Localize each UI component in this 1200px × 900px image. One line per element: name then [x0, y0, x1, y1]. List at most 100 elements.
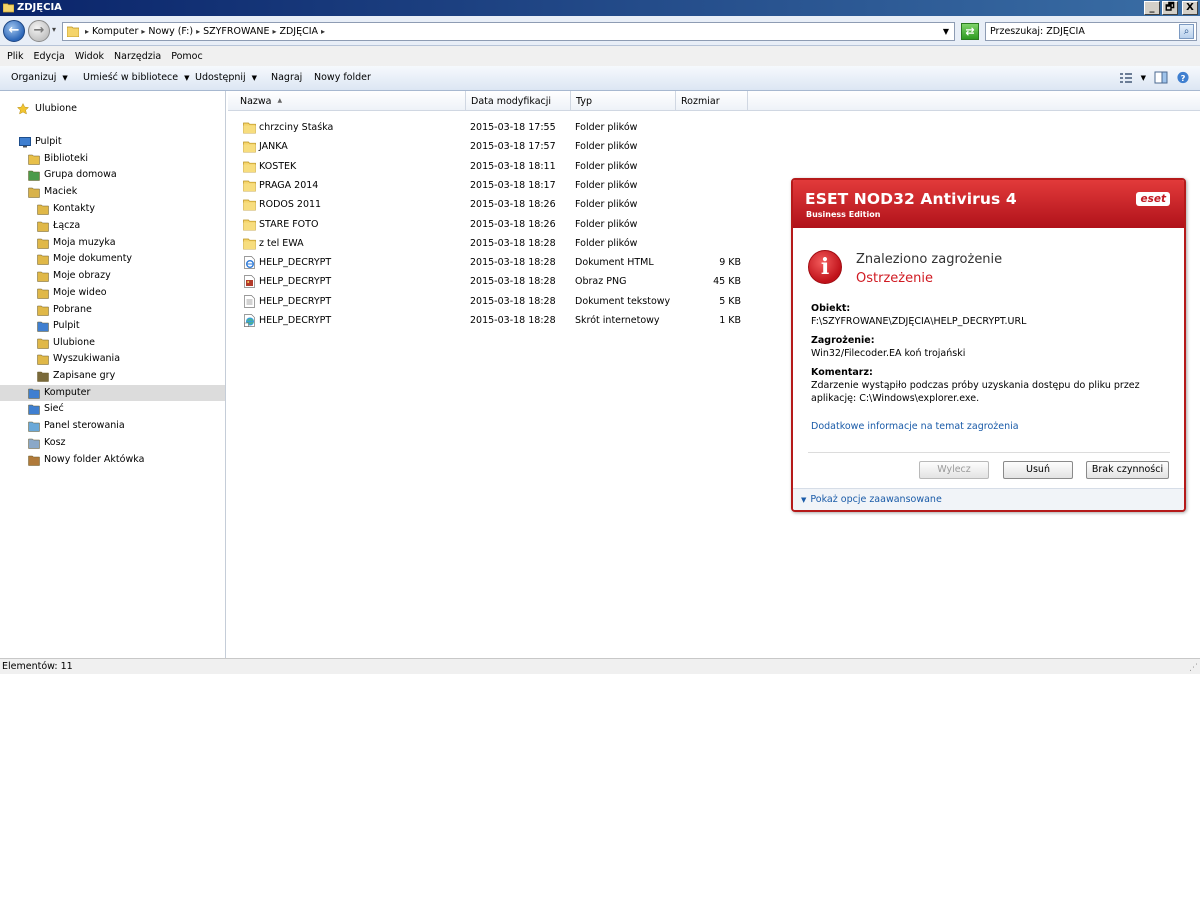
- nav-item[interactable]: Pulpit: [0, 318, 225, 334]
- text-file-icon: [244, 294, 255, 308]
- caret-down-icon[interactable]: ▼: [1141, 74, 1146, 82]
- organize-button[interactable]: Organizuj ▼: [11, 72, 68, 83]
- breadcrumb-item-szyfrowane[interactable]: SZYFROWANE: [203, 26, 269, 37]
- column-header-name[interactable]: Nazwa ▲: [228, 91, 466, 111]
- chevron-right-icon[interactable]: ▸: [321, 26, 325, 37]
- forward-button[interactable]: →: [28, 20, 50, 42]
- breadcrumb-item-drive[interactable]: Nowy (F:): [148, 26, 193, 37]
- view-options-icon[interactable]: [1119, 71, 1133, 84]
- nav-favorites-label: Ulubione: [35, 103, 77, 114]
- file-name: HELP_DECRYPT: [259, 257, 332, 269]
- folder-icon: [243, 122, 256, 134]
- control-panel-icon: [28, 421, 40, 432]
- table-row[interactable]: HELP_DECRYPT 2015-03-18 18:28 Dokument HTM…: [228, 253, 768, 272]
- nav-item[interactable]: Biblioteki: [0, 151, 225, 167]
- chevron-right-icon[interactable]: ▸: [272, 26, 276, 37]
- file-date: 2015-03-18 18:17: [470, 179, 556, 191]
- threat-section: Zagrożenie: Win32/Filecoder.EA koń troja…: [811, 334, 1171, 360]
- burn-button[interactable]: Nagraj: [271, 72, 302, 83]
- breadcrumb-item-zdjecia[interactable]: ZDJĘCIA: [279, 26, 318, 37]
- table-row[interactable]: RODOS 2011 2015-03-18 18:26 Folder plików: [228, 195, 768, 214]
- table-row[interactable]: STARE FOTO 2015-03-18 18:26 Folder plików: [228, 215, 768, 234]
- back-button[interactable]: ←: [3, 20, 25, 42]
- table-row[interactable]: z tel EWA 2015-03-18 18:28 Folder plików: [228, 234, 768, 253]
- nav-item[interactable]: Sieć: [0, 401, 225, 417]
- address-bar: ← → ▾ ▸ Komputer ▸ Nowy (F:) ▸ SZYFROWAN…: [0, 16, 1200, 46]
- nav-item-label: Wyszukiwania: [53, 353, 121, 364]
- recent-pages-dropdown-icon[interactable]: ▾: [52, 25, 56, 34]
- nav-item[interactable]: Moje obrazy: [0, 268, 225, 284]
- minimize-button[interactable]: _: [1144, 1, 1160, 15]
- file-size: 1 KB: [719, 315, 741, 326]
- menu-file[interactable]: Plik: [2, 46, 29, 66]
- table-row[interactable]: HELP_DECRYPT 2015-03-18 18:28 Obraz PNG 45 …: [228, 272, 768, 291]
- nav-desktop[interactable]: Pulpit: [0, 134, 225, 150]
- search-icon[interactable]: ⌕: [1179, 24, 1194, 39]
- share-button[interactable]: Udostępnij ▼: [195, 72, 257, 83]
- menu-tools[interactable]: Narzędzia: [109, 46, 166, 66]
- nav-favorites[interactable]: Ulubione: [0, 101, 225, 117]
- column-header-type[interactable]: Typ: [571, 91, 676, 111]
- object-value: F:\SZYFROWANE\ZDJĘCIA\HELP_DECRYPT.URL: [811, 316, 1027, 327]
- nav-item[interactable]: Zapisane gry: [0, 368, 225, 384]
- nav-item[interactable]: Panel sterowania: [0, 418, 225, 434]
- chevron-down-icon[interactable]: ▼: [943, 27, 949, 36]
- chevron-right-icon[interactable]: ▸: [85, 26, 89, 37]
- nav-item[interactable]: Grupa domowa: [0, 167, 225, 183]
- clean-button[interactable]: Wylecz: [919, 461, 989, 479]
- resize-grip-icon[interactable]: ⋰: [1189, 663, 1198, 673]
- nav-item[interactable]: Nowy folder Aktówka: [0, 452, 225, 468]
- nav-item[interactable]: Pobrane: [0, 302, 225, 318]
- refresh-icon: ⇄: [965, 25, 975, 38]
- folder-icon: [243, 219, 256, 230]
- search-input[interactable]: Przeszukaj: ZDJĘCIA ⌕: [985, 22, 1197, 41]
- arrow-left-icon: ←: [8, 23, 20, 38]
- show-advanced-options-link[interactable]: ▼ Pokaż opcje zaawansowane: [801, 494, 942, 505]
- help-icon[interactable]: ?: [1176, 71, 1190, 84]
- table-row[interactable]: JANKA 2015-03-18 17:57 Folder plików: [228, 137, 768, 156]
- table-row[interactable]: HELP_DECRYPT 2015-03-18 18:28 Dokument tek…: [228, 292, 768, 311]
- file-type: Folder plików: [575, 141, 638, 153]
- nav-item[interactable]: Moje wideo: [0, 285, 225, 301]
- preview-pane-icon[interactable]: [1154, 71, 1168, 84]
- more-info-link[interactable]: Dodatkowe informacje na temat zagrożenia: [811, 421, 1019, 432]
- breadcrumb-item-komputer[interactable]: Komputer: [92, 26, 138, 37]
- item-count: Elementów: 11: [2, 661, 73, 672]
- nav-item[interactable]: Łącza: [0, 218, 225, 234]
- nav-item[interactable]: Wyszukiwania: [0, 351, 225, 367]
- nav-item-label: Biblioteki: [44, 153, 88, 164]
- menu-help[interactable]: Pomoc: [166, 46, 208, 66]
- chevron-right-icon[interactable]: ▸: [141, 26, 145, 37]
- refresh-button[interactable]: ⇄: [961, 23, 979, 40]
- new-folder-button[interactable]: Nowy folder: [314, 72, 371, 83]
- close-button[interactable]: X: [1182, 1, 1198, 15]
- column-header-date[interactable]: Data modyfikacji: [466, 91, 571, 111]
- comment-section: Komentarz: Zdarzenie wystąpiło podczas p…: [811, 366, 1171, 405]
- nav-item-label: Panel sterowania: [44, 420, 125, 431]
- table-row[interactable]: KOSTEK 2015-03-18 18:11 Folder plików: [228, 157, 768, 176]
- nav-item[interactable]: Moje dokumenty: [0, 251, 225, 267]
- no-action-button[interactable]: Brak czynności: [1086, 461, 1169, 479]
- column-header-size[interactable]: Rozmiar: [676, 91, 748, 111]
- table-row[interactable]: HELP_DECRYPT 2015-03-18 18:28 Skrót intern…: [228, 311, 768, 330]
- chevron-right-icon[interactable]: ▸: [196, 26, 200, 37]
- restore-button[interactable]: 🗗: [1162, 1, 1178, 15]
- file-type: Folder plików: [575, 122, 638, 133]
- nav-item[interactable]: Komputer: [0, 385, 225, 401]
- nav-item[interactable]: Maciek: [0, 184, 225, 200]
- breadcrumb[interactable]: ▸ Komputer ▸ Nowy (F:) ▸ SZYFROWANE ▸ ZD…: [62, 22, 955, 41]
- nav-item[interactable]: Moja muzyka: [0, 235, 225, 251]
- nav-item[interactable]: Kontakty: [0, 201, 225, 217]
- menu-view[interactable]: Widok: [70, 46, 109, 66]
- file-type: Folder plików: [575, 218, 638, 230]
- threat-severity: Ostrzeżenie: [856, 271, 933, 286]
- nav-item[interactable]: Kosz: [0, 435, 225, 451]
- delete-button[interactable]: Usuń: [1003, 461, 1073, 479]
- table-row[interactable]: PRAGA 2014 2015-03-18 18:17 Folder plików: [228, 176, 768, 195]
- include-in-library-button[interactable]: Umieść w bibliotece ▼: [83, 72, 190, 83]
- favorites-folder-icon: [37, 338, 49, 349]
- menu-edit[interactable]: Edycja: [29, 46, 70, 66]
- nav-item[interactable]: Ulubione: [0, 335, 225, 351]
- table-row[interactable]: chrzciny Staśka 2015-03-18 17:55 Folder pl…: [228, 118, 768, 137]
- nav-item-label: Moje wideo: [53, 287, 107, 298]
